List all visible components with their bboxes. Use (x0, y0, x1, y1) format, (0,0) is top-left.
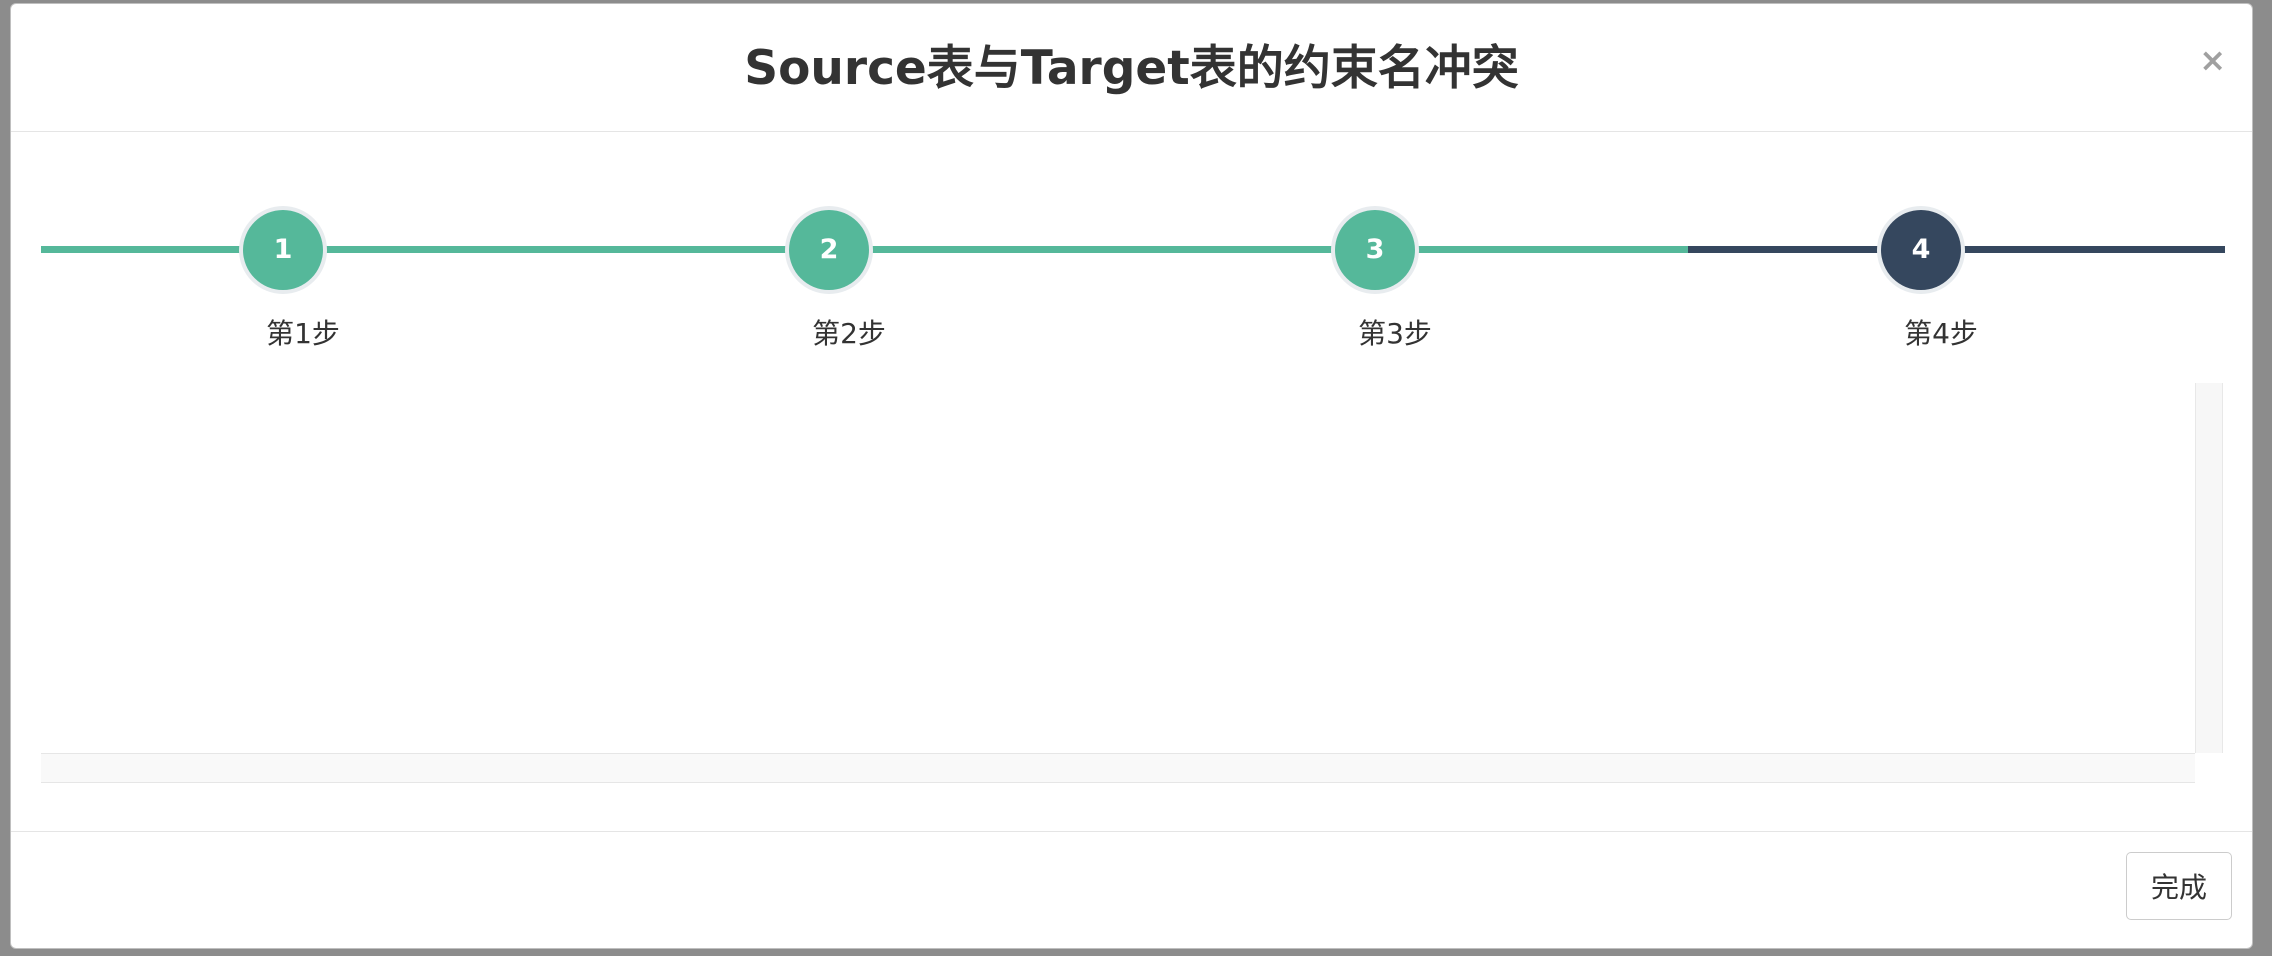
step-1-label: 第1步 (266, 317, 340, 350)
dialog-title: Source表与Target表的约束名冲突 (744, 41, 1519, 96)
step-2-circle[interactable]: 2 (789, 210, 869, 290)
horizontal-scrollbar[interactable] (41, 753, 2195, 783)
step-2-label: 第2步 (812, 317, 886, 350)
close-icon[interactable]: × (2199, 40, 2226, 80)
step-4-circle[interactable]: 4 (1881, 210, 1961, 290)
conflict-dialog: Source表与Target表的约束名冲突 × 1 2 3 4 第1步 第2步 … (10, 3, 2253, 949)
dialog-header: Source表与Target表的约束名冲突 × (11, 4, 2252, 132)
step-3-circle[interactable]: 3 (1335, 210, 1415, 290)
step-3-label: 第3步 (1358, 317, 1432, 350)
step-4-label: 第4步 (1904, 317, 1978, 350)
step-progress: 1 2 3 4 第1步 第2步 第3步 第4步 (41, 199, 2225, 359)
step-content-panel (41, 383, 2223, 783)
step-1-circle[interactable]: 1 (243, 210, 323, 290)
finish-button[interactable]: 完成 (2126, 852, 2232, 920)
vertical-scrollbar[interactable] (2195, 383, 2223, 753)
dialog-footer: 完成 (11, 831, 2252, 948)
